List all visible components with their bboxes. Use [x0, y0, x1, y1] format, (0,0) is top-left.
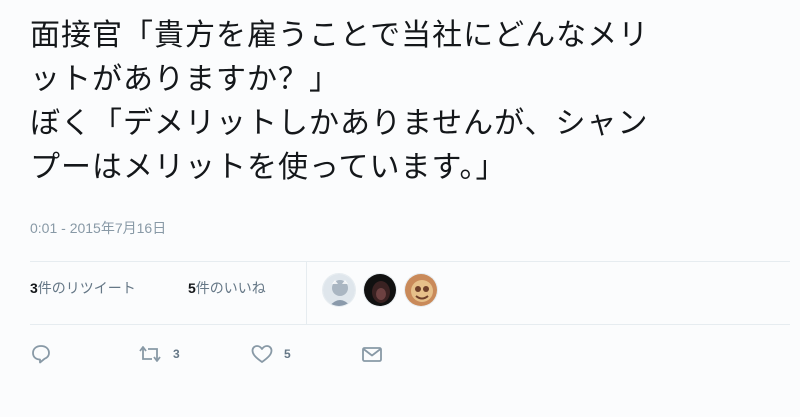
heart-icon	[251, 345, 273, 363]
tweet-stats: 3件のリツイート 5件のいいね	[30, 262, 790, 324]
like-stat[interactable]: 5件のいいね	[188, 278, 266, 298]
like-count: 5	[284, 347, 291, 361]
retweet-stat-label: 件のリツイート	[37, 280, 136, 296]
tweet-text-line: プーはメリットを使っています。」	[30, 150, 507, 185]
avatar[interactable]	[322, 273, 356, 307]
retweet-icon	[139, 346, 161, 362]
avatar-image	[405, 274, 437, 306]
avatar[interactable]	[363, 273, 397, 307]
divider	[30, 324, 790, 325]
avatar[interactable]	[404, 273, 438, 307]
tweet-actions: 3 5	[30, 340, 790, 368]
avatar-image	[323, 274, 355, 306]
stats-separator	[306, 262, 307, 324]
reply-button[interactable]	[30, 340, 52, 368]
retweet-button[interactable]: 3	[137, 340, 180, 368]
avatar-image	[364, 274, 396, 306]
tweet-text: 面接官「貴方を雇うことで当社にどんなメリ ットがありますか？」 ぼく「デメリット…	[30, 14, 790, 190]
tweet-text-line: ットがありますか？」	[30, 62, 340, 97]
tweet-text-line: ぼく「デメリットしかありませんが、シャン	[30, 106, 649, 141]
like-stat-count: 5	[188, 280, 196, 296]
reply-icon	[32, 345, 50, 364]
like-button[interactable]: 5	[250, 340, 291, 368]
like-stat-label: 件のいいね	[195, 280, 266, 296]
tweet-timestamp[interactable]: 0:01 - 2015年7月16日	[30, 218, 166, 238]
tweet-card: 面接官「貴方を雇うことで当社にどんなメリ ットがありますか？」 ぼく「デメリット…	[0, 0, 800, 417]
direct-message-button[interactable]	[360, 340, 384, 368]
retweet-count: 3	[173, 347, 180, 361]
envelope-icon	[362, 347, 382, 362]
tweet-text-line: 面接官「貴方を雇うことで当社にどんなメリ	[30, 18, 650, 53]
retweet-stat-count: 3	[30, 280, 38, 296]
retweet-stat[interactable]: 3件のリツイート	[30, 278, 136, 298]
